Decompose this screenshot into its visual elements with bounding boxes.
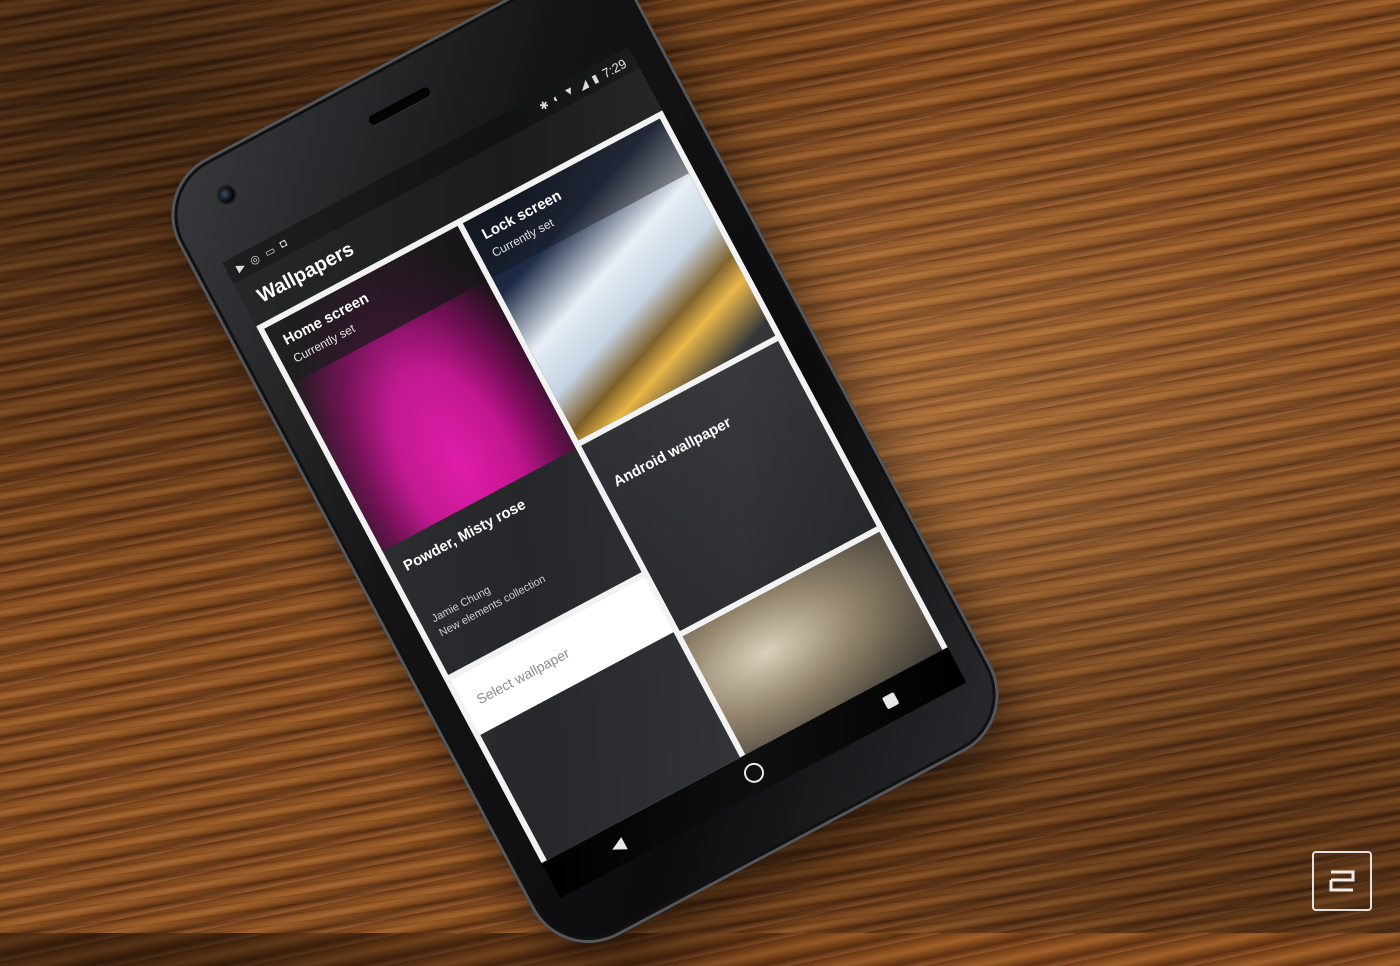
inbox-icon: ▭	[262, 243, 278, 260]
bluetooth-icon: ✱	[537, 98, 552, 114]
engadget-e-icon	[1329, 870, 1355, 892]
signal-icon: ◢	[576, 77, 591, 93]
earpiece-speaker	[367, 85, 432, 127]
wifi-icon: ▼	[561, 83, 578, 100]
battery-icon: ▮	[589, 71, 601, 86]
phone-screen: ▶ ◎ ▭ ◘ ✱ ◐ ▼ ◢ ▮ 7:29 Wallpapers Home s…	[222, 46, 967, 899]
bag-icon: ◘	[277, 236, 289, 251]
phone: ▶ ◎ ▭ ◘ ✱ ◐ ▼ ◢ ▮ 7:29 Wallpapers Home s…	[148, 0, 1022, 966]
recents-icon[interactable]	[881, 691, 900, 710]
data-saver-icon: ◐	[550, 91, 563, 106]
home-icon[interactable]	[740, 759, 768, 787]
front-camera	[216, 183, 238, 206]
back-icon[interactable]: ◀	[607, 833, 629, 858]
instagram-icon: ◎	[247, 252, 262, 268]
engadget-logo	[1312, 851, 1372, 911]
youtube-icon: ▶	[234, 259, 248, 275]
